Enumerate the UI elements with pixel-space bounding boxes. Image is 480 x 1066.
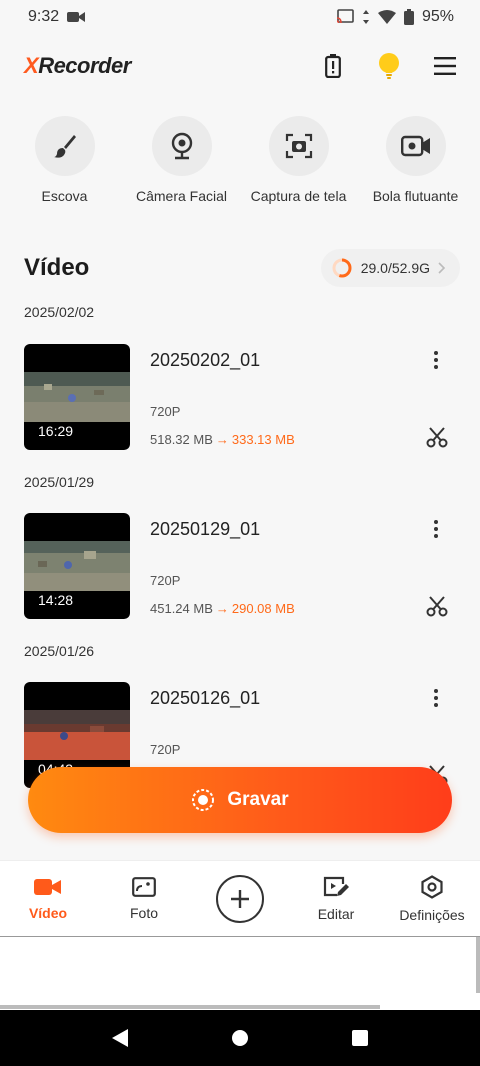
record-button[interactable]: Gravar bbox=[28, 767, 452, 833]
more-options-button[interactable] bbox=[426, 688, 446, 708]
nav-photo[interactable]: Foto bbox=[96, 876, 192, 921]
status-time: 9:32 bbox=[28, 8, 60, 25]
floating-ball-icon bbox=[400, 135, 430, 157]
video-record-status-icon bbox=[67, 12, 86, 22]
video-resolution: 720P bbox=[150, 404, 181, 419]
screenshot-icon bbox=[285, 133, 312, 159]
record-label: Gravar bbox=[227, 789, 289, 810]
plus-icon bbox=[231, 889, 249, 908]
video-title: 20250126_01 bbox=[150, 688, 261, 708]
record-icon bbox=[192, 789, 215, 811]
arrow-right-icon: → bbox=[215, 432, 229, 447]
cast-icon bbox=[336, 9, 354, 24]
edit-video-icon bbox=[323, 876, 349, 896]
tool-brush-label: Escova bbox=[41, 188, 88, 204]
size-compressed: 333.13 MB bbox=[231, 432, 295, 447]
chevron-right-icon bbox=[438, 262, 446, 274]
menu-button[interactable] bbox=[432, 53, 458, 79]
brush-icon bbox=[53, 135, 76, 158]
size-original: 518.32 MB bbox=[150, 432, 213, 447]
video-camera-icon bbox=[34, 878, 61, 895]
video-thumbnail[interactable]: 14:28 bbox=[24, 513, 130, 619]
game-scene-image bbox=[24, 372, 130, 422]
battery-alert-icon bbox=[325, 54, 341, 78]
nav-settings[interactable]: Definições bbox=[384, 874, 480, 923]
photo-icon bbox=[132, 876, 156, 897]
battery-icon bbox=[403, 9, 414, 25]
tool-screenshot[interactable]: Captura de tela bbox=[244, 116, 354, 216]
game-scene-image bbox=[24, 541, 130, 591]
tool-facecam[interactable]: Câmera Facial bbox=[127, 116, 237, 216]
size-original: 451.24 MB bbox=[150, 601, 213, 616]
nav-edit[interactable]: Editar bbox=[288, 876, 384, 922]
battery-saver-button[interactable] bbox=[320, 53, 346, 79]
nav-add[interactable] bbox=[192, 874, 288, 923]
recents-icon[interactable] bbox=[351, 1029, 369, 1047]
lightbulb-icon bbox=[379, 53, 399, 79]
horizontal-scrollbar[interactable] bbox=[0, 1005, 380, 1009]
content-area bbox=[0, 936, 480, 1010]
more-options-button[interactable] bbox=[426, 519, 446, 539]
video-resolution: 720P bbox=[150, 573, 181, 588]
bottom-navigation: Vídeo Foto Editar Definições bbox=[0, 860, 480, 936]
tool-floating-ball-label: Bola flutuante bbox=[372, 188, 459, 204]
date-header: 2025/01/29 bbox=[24, 474, 95, 490]
tool-facecam-label: Câmera Facial bbox=[135, 188, 228, 204]
battery-percent: 95% bbox=[421, 8, 454, 25]
video-title: 20250129_01 bbox=[150, 519, 261, 539]
vertical-scrollbar[interactable] bbox=[476, 937, 480, 993]
arrow-right-icon: → bbox=[215, 601, 229, 616]
status-bar: 9:32 95% bbox=[0, 0, 480, 34]
section-title: Vídeo bbox=[24, 254, 90, 281]
video-duration: 16:29 bbox=[38, 423, 74, 439]
video-section-header: Vídeo 29.0/52.9G bbox=[24, 248, 460, 288]
nav-settings-label: Definições bbox=[399, 906, 465, 923]
system-navigation-bar bbox=[0, 1010, 480, 1066]
back-icon[interactable] bbox=[111, 1028, 129, 1048]
more-options-button[interactable] bbox=[426, 350, 446, 370]
tool-floating-ball[interactable]: Bola flutuante bbox=[361, 116, 471, 216]
scissors-icon[interactable] bbox=[426, 595, 448, 617]
hamburger-menu-icon bbox=[434, 57, 456, 75]
nav-video[interactable]: Vídeo bbox=[0, 877, 96, 921]
storage-indicator[interactable]: 29.0/52.9G bbox=[320, 249, 460, 287]
wifi-icon bbox=[377, 10, 396, 24]
nav-video-label: Vídeo bbox=[28, 904, 68, 921]
nav-edit-label: Editar bbox=[317, 905, 355, 922]
home-icon[interactable] bbox=[231, 1029, 249, 1047]
video-thumbnail[interactable]: 16:29 bbox=[24, 344, 130, 450]
game-scene-image bbox=[24, 710, 130, 760]
scissors-icon[interactable] bbox=[426, 426, 448, 448]
app-logo: XRecorder bbox=[24, 53, 131, 78]
tool-screenshot-label: Captura de tela bbox=[250, 188, 347, 204]
data-arrows-icon bbox=[362, 10, 369, 24]
tools-row: Escova Câmera Facial Captura de tela Bol… bbox=[0, 116, 480, 216]
date-header: 2025/01/26 bbox=[24, 643, 95, 659]
tips-button[interactable] bbox=[376, 53, 402, 79]
video-item[interactable]: 16:29 20250202_01 720P 518.32 MB → 333.1… bbox=[24, 344, 456, 450]
size-compressed: 290.08 MB bbox=[231, 601, 295, 616]
tool-brush[interactable]: Escova bbox=[10, 116, 120, 216]
webcam-icon bbox=[171, 132, 192, 160]
storage-ring-icon bbox=[332, 258, 352, 278]
video-title: 20250202_01 bbox=[150, 350, 261, 370]
video-resolution: 720P bbox=[150, 742, 181, 757]
video-duration: 14:28 bbox=[38, 592, 74, 608]
app-bar: XRecorder bbox=[0, 44, 480, 88]
video-size: 518.32 MB → 333.13 MB bbox=[150, 432, 295, 447]
storage-text: 29.0/52.9G bbox=[360, 260, 430, 276]
nav-photo-label: Foto bbox=[129, 904, 158, 921]
date-header: 2025/02/02 bbox=[24, 304, 95, 320]
video-size: 451.24 MB → 290.08 MB bbox=[150, 601, 295, 616]
video-item[interactable]: 14:28 20250129_01 720P 451.24 MB → 290.0… bbox=[24, 513, 456, 619]
settings-hexagon-icon bbox=[421, 874, 443, 899]
